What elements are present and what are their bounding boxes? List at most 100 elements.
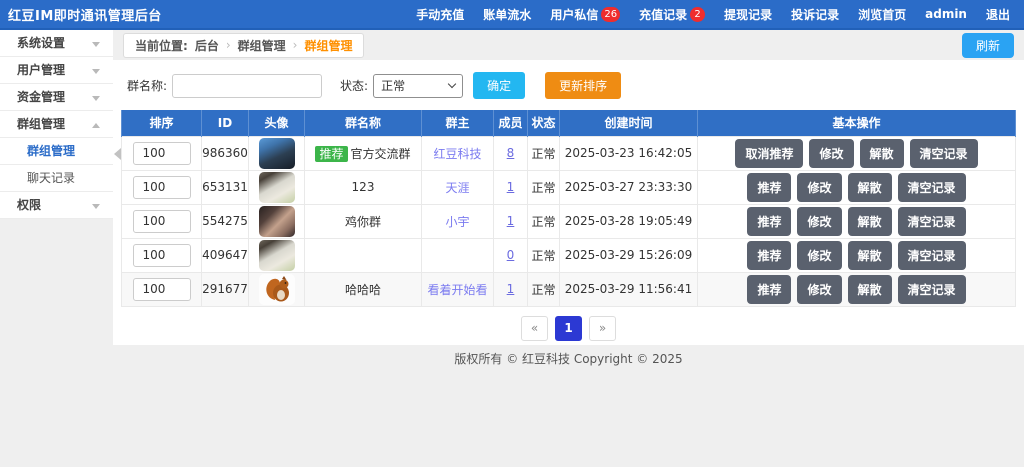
created-time-cell: 2025-03-29 11:56:41 bbox=[560, 272, 698, 306]
actions-cell: 推荐修改解散清空记录 bbox=[698, 272, 1016, 306]
topnav-item[interactable]: 充值记录2 bbox=[639, 6, 705, 23]
pagination-prev[interactable]: « bbox=[521, 316, 548, 341]
action-button-解散[interactable]: 解散 bbox=[848, 241, 892, 270]
actions-cell: 推荐修改解散清空记录 bbox=[698, 238, 1016, 272]
owner-link[interactable]: 天涯 bbox=[445, 181, 469, 195]
topbar: 红豆IM即时通讯管理后台 手动充值 账单流水 用户私信26 充值记录2 提现记录 投诉记录… bbox=[0, 0, 1024, 30]
pagination-next[interactable]: » bbox=[589, 316, 616, 341]
sidebar-item-权限[interactable]: 权限 bbox=[0, 192, 113, 219]
group-name-input[interactable] bbox=[172, 74, 322, 98]
action-button-修改[interactable]: 修改 bbox=[809, 139, 853, 168]
group-name: 123 bbox=[352, 180, 375, 194]
action-button-清空记录[interactable]: 清空记录 bbox=[898, 207, 966, 236]
table-row: 554275鸡你群小宇1正常2025-03-28 19:05:49推荐修改解散清… bbox=[122, 204, 1016, 238]
sidebar-item-label: 群组管理 bbox=[27, 144, 75, 158]
action-button-修改[interactable]: 修改 bbox=[797, 173, 841, 202]
action-button-清空记录[interactable]: 清空记录 bbox=[898, 275, 966, 304]
action-button-解散[interactable]: 解散 bbox=[848, 207, 892, 236]
members-cell: 1 bbox=[494, 272, 528, 306]
owner-link[interactable]: 看着开始看 bbox=[427, 283, 487, 297]
breadcrumb-prefix: 当前位置: bbox=[135, 37, 188, 54]
sidebar-item-label: 群组管理 bbox=[17, 117, 65, 131]
sort-input[interactable] bbox=[133, 244, 191, 267]
action-button-解散[interactable]: 解散 bbox=[848, 173, 892, 202]
member-count-link[interactable]: 8 bbox=[507, 146, 515, 160]
sort-cell bbox=[122, 170, 202, 204]
action-button-推荐[interactable]: 推荐 bbox=[747, 207, 791, 236]
group-name-cell: 哈哈哈 bbox=[305, 272, 422, 306]
action-button-清空记录[interactable]: 清空记录 bbox=[898, 241, 966, 270]
sort-input[interactable] bbox=[133, 176, 191, 199]
actions-cell: 推荐修改解散清空记录 bbox=[698, 204, 1016, 238]
topnav-item[interactable]: admin bbox=[925, 7, 967, 21]
owner-link[interactable]: 红豆科技 bbox=[433, 147, 481, 161]
actions-cell: 推荐修改解散清空记录 bbox=[698, 170, 1016, 204]
topnav-item-label: admin bbox=[925, 7, 967, 21]
sidebar-item-群组管理[interactable]: 群组管理 bbox=[0, 111, 113, 138]
actions-cell: 取消推荐修改解散清空记录 bbox=[698, 136, 1016, 170]
column-header: 成员 bbox=[494, 110, 528, 136]
avatar-cell bbox=[249, 238, 305, 272]
topnav: 手动充值 账单流水 用户私信26 充值记录2 提现记录 投诉记录 浏览首页 admin 退出 bbox=[416, 6, 1010, 23]
pagination: « 1 » bbox=[121, 316, 1016, 341]
topnav-item-label: 手动充值 bbox=[416, 6, 464, 23]
action-button-取消推荐[interactable]: 取消推荐 bbox=[735, 139, 803, 168]
breadcrumb-item[interactable]: 群组管理 bbox=[238, 37, 286, 54]
sort-input[interactable] bbox=[133, 142, 191, 165]
sidebar-item-label: 聊天记录 bbox=[27, 171, 75, 185]
topnav-item[interactable]: 账单流水 bbox=[483, 6, 531, 23]
topnav-item[interactable]: 退出 bbox=[986, 6, 1010, 23]
update-sort-button[interactable]: 更新排序 bbox=[545, 72, 621, 99]
status-select[interactable]: 正常 bbox=[373, 74, 463, 98]
sort-input[interactable] bbox=[133, 278, 191, 301]
action-button-推荐[interactable]: 推荐 bbox=[747, 173, 791, 202]
topnav-item[interactable]: 浏览首页 bbox=[858, 6, 906, 23]
sidebar-collapse-icon[interactable] bbox=[114, 148, 121, 160]
action-button-修改[interactable]: 修改 bbox=[797, 207, 841, 236]
member-count-link[interactable]: 0 bbox=[507, 248, 515, 262]
chevron-up-icon bbox=[92, 123, 100, 128]
breadcrumb-separator-icon: › bbox=[226, 38, 231, 52]
action-button-解散[interactable]: 解散 bbox=[860, 139, 904, 168]
sort-input[interactable] bbox=[133, 210, 191, 233]
action-button-解散[interactable]: 解散 bbox=[848, 275, 892, 304]
sidebar-item-label: 用户管理 bbox=[17, 63, 65, 77]
breadcrumb-item[interactable]: 后台 bbox=[195, 37, 219, 54]
action-button-修改[interactable]: 修改 bbox=[797, 275, 841, 304]
topnav-item[interactable]: 投诉记录 bbox=[791, 6, 839, 23]
recommended-badge: 推荐 bbox=[315, 146, 347, 162]
action-button-清空记录[interactable]: 清空记录 bbox=[898, 173, 966, 202]
topnav-item[interactable]: 用户私信26 bbox=[550, 6, 620, 23]
member-count-link[interactable]: 1 bbox=[507, 214, 515, 228]
owner-link[interactable]: 小宇 bbox=[445, 215, 469, 229]
notification-badge: 26 bbox=[601, 7, 620, 22]
owner-cell: 红豆科技 bbox=[422, 136, 494, 170]
topnav-item[interactable]: 手动充值 bbox=[416, 6, 464, 23]
column-header: 群名称 bbox=[305, 110, 422, 136]
group-name: 哈哈哈 bbox=[345, 283, 381, 297]
action-button-推荐[interactable]: 推荐 bbox=[747, 275, 791, 304]
created-time-cell: 2025-03-23 16:42:05 bbox=[560, 136, 698, 170]
pagination-page[interactable]: 1 bbox=[555, 316, 582, 341]
app-title: 红豆IM即时通讯管理后台 bbox=[8, 5, 162, 24]
sidebar-item-用户管理[interactable]: 用户管理 bbox=[0, 57, 113, 84]
sidebar-item-资金管理[interactable]: 资金管理 bbox=[0, 84, 113, 111]
status-cell: 正常 bbox=[528, 136, 560, 170]
chevron-down-icon bbox=[92, 69, 100, 74]
sidebar-item-聊天记录[interactable]: 聊天记录 bbox=[0, 165, 113, 192]
action-button-推荐[interactable]: 推荐 bbox=[747, 241, 791, 270]
breadcrumb-item[interactable]: 群组管理 bbox=[304, 37, 352, 54]
confirm-button[interactable]: 确定 bbox=[473, 72, 525, 99]
status-cell: 正常 bbox=[528, 204, 560, 238]
action-button-清空记录[interactable]: 清空记录 bbox=[910, 139, 978, 168]
sidebar-item-系统设置[interactable]: 系统设置 bbox=[0, 30, 113, 57]
sidebar-item-label: 权限 bbox=[17, 198, 41, 212]
status-cell: 正常 bbox=[528, 272, 560, 306]
refresh-button[interactable]: 刷新 bbox=[962, 33, 1014, 58]
sidebar-item-群组管理[interactable]: 群组管理 bbox=[0, 138, 113, 165]
action-button-修改[interactable]: 修改 bbox=[797, 241, 841, 270]
topnav-item[interactable]: 提现记录 bbox=[724, 6, 772, 23]
member-count-link[interactable]: 1 bbox=[507, 180, 515, 194]
cap-selfie-avatar bbox=[259, 206, 295, 237]
member-count-link[interactable]: 1 bbox=[507, 282, 515, 296]
